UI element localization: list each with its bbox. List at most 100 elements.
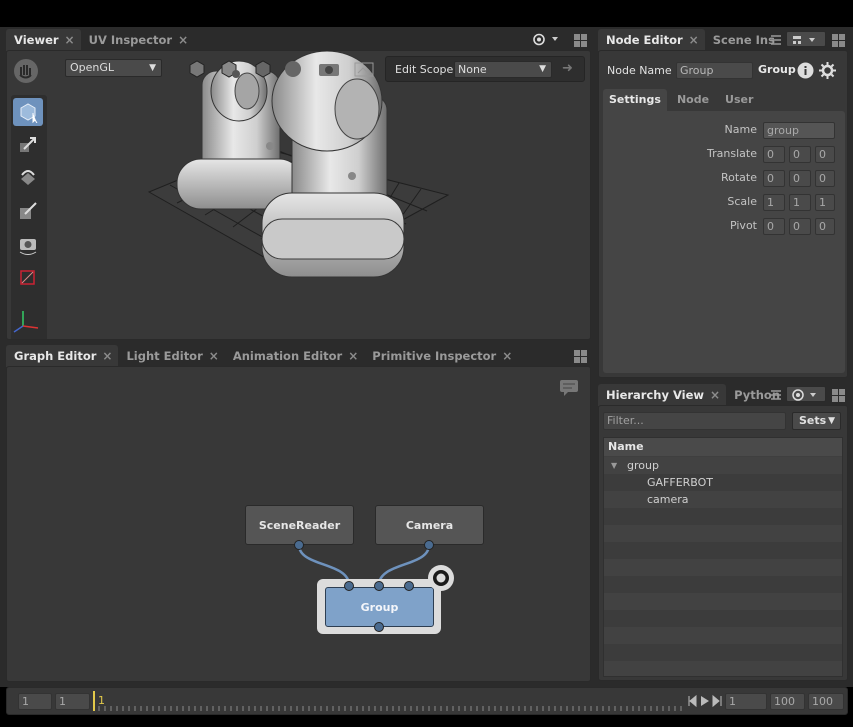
close-icon[interactable]: × (65, 33, 75, 47)
tab-scene-inspector[interactable]: Scene Inspe (705, 29, 775, 51)
tree-row-camera[interactable]: camera (604, 491, 842, 508)
column-header-name[interactable]: Name (604, 438, 842, 456)
menu-icon[interactable] (770, 389, 782, 404)
rotate-z-value: 0 (819, 172, 826, 185)
edit-scope-dropdown[interactable]: None ▼ (454, 61, 552, 78)
scale-z-field[interactable]: 1 (815, 194, 835, 211)
subtab-settings[interactable]: Settings (603, 89, 667, 111)
scale-y-field[interactable]: 1 (789, 194, 811, 211)
gear-icon[interactable] (819, 62, 836, 82)
current-frame-field[interactable]: 1 (725, 693, 767, 710)
translate-x-field[interactable]: 0 (763, 146, 785, 163)
tab-viewer[interactable]: Viewer × (6, 29, 81, 51)
tab-uv-inspector[interactable]: UV Inspector × (81, 29, 195, 51)
empty-row (604, 661, 842, 676)
node-group[interactable]: Group (325, 587, 434, 627)
scale-x-field[interactable]: 1 (763, 194, 785, 211)
layout-grid-icon[interactable] (832, 389, 845, 402)
subtab-node[interactable]: Node (667, 89, 719, 111)
empty-row (604, 627, 842, 644)
pivot-z-field[interactable]: 0 (815, 218, 835, 235)
collapse-arrow-icon[interactable]: ▼ (611, 457, 617, 474)
sets-label: Sets (799, 414, 827, 427)
layout-grid-icon[interactable] (574, 350, 587, 363)
output-plug[interactable] (294, 540, 304, 550)
pan-tool-button[interactable] (11, 57, 41, 85)
tree-row-gafferbot[interactable]: GAFFERBOT (604, 474, 842, 491)
rotate-tool-button[interactable] (13, 164, 43, 192)
pivot-y-field[interactable]: 0 (789, 218, 811, 235)
pivot-x-field[interactable]: 0 (763, 218, 785, 235)
node-camera[interactable]: Camera (375, 505, 484, 545)
view-node-icon[interactable] (428, 565, 454, 591)
node-scene-reader[interactable]: SceneReader (245, 505, 354, 545)
shading-mode-icon[interactable] (219, 59, 241, 82)
info-icon[interactable] (797, 62, 814, 82)
selection-tool-button[interactable] (13, 98, 43, 126)
close-icon[interactable]: × (102, 349, 112, 363)
renderer-dropdown[interactable]: OpenGL ▼ (65, 59, 162, 77)
input-plug[interactable] (404, 581, 414, 591)
camera-tool-button[interactable] (13, 230, 43, 258)
hierarchy-panel: Filter... Sets ▼ Name ▼ group GAFFERBOT … (598, 405, 848, 681)
tab-node-editor[interactable]: Node Editor × (598, 29, 705, 51)
subtab-user[interactable]: User (719, 89, 759, 111)
end-frame-field[interactable]: 100 (808, 693, 844, 710)
focus-node-dropdown[interactable] (786, 31, 826, 47)
rotate-x-field[interactable]: 0 (763, 170, 785, 187)
layout-grid-icon[interactable] (832, 34, 845, 47)
sphere-icon[interactable] (283, 59, 303, 82)
viewer-options-button[interactable] (530, 32, 564, 47)
name-field[interactable]: group (763, 122, 835, 139)
translate-y-field[interactable]: 0 (789, 146, 811, 163)
wireframe-icon[interactable] (253, 59, 273, 82)
chevron-down-icon: ▼ (149, 63, 156, 73)
node-label: Group (360, 600, 399, 614)
row-label: camera (647, 493, 689, 506)
bounding-box-icon[interactable] (187, 59, 207, 82)
input-plug[interactable] (374, 581, 384, 591)
camera-icon[interactable] (317, 59, 341, 82)
focus-dropdown[interactable] (786, 386, 826, 402)
scale-tool-button[interactable] (13, 197, 43, 225)
filter-input[interactable]: Filter... (603, 412, 786, 430)
translate-z-field[interactable]: 0 (815, 146, 835, 163)
playback-end-field[interactable]: 100 (770, 693, 805, 710)
start-frame-value: 1 (22, 695, 29, 708)
translate-label: Translate (707, 147, 757, 160)
tab-animation-editor[interactable]: Animation Editor × (225, 345, 364, 367)
close-icon[interactable]: × (710, 388, 720, 402)
close-icon[interactable]: × (178, 33, 188, 47)
output-plug[interactable] (374, 622, 384, 632)
grid-display-icon[interactable] (353, 59, 375, 82)
sets-dropdown[interactable]: Sets ▼ (792, 412, 841, 430)
close-icon[interactable]: × (209, 349, 219, 363)
playback-start-field[interactable]: 1 (55, 693, 90, 710)
viewer-tabbar: Viewer × UV Inspector × (6, 29, 194, 51)
menu-icon[interactable] (770, 34, 782, 49)
tab-primitive-inspector[interactable]: Primitive Inspector × (364, 345, 518, 367)
translate-tool-button[interactable] (13, 131, 43, 159)
name-value: group (767, 124, 799, 137)
rotate-z-field[interactable]: 0 (815, 170, 835, 187)
row-label: group (627, 459, 659, 472)
output-plug[interactable] (424, 540, 434, 550)
frame-ruler[interactable] (93, 690, 689, 712)
tab-hierarchy-view[interactable]: Hierarchy View × (598, 384, 727, 406)
input-plug[interactable] (344, 581, 354, 591)
layout-grid-icon[interactable] (574, 34, 587, 47)
crop-window-tool-button[interactable] (13, 263, 43, 291)
start-frame-field[interactable]: 1 (18, 693, 52, 710)
empty-row (604, 593, 842, 610)
viewport-3d[interactable] (7, 51, 591, 340)
close-icon[interactable]: × (502, 349, 512, 363)
close-icon[interactable]: × (348, 349, 358, 363)
tree-row-group[interactable]: ▼ group (604, 457, 842, 474)
arrow-right-icon[interactable]: ➜ (562, 61, 573, 76)
node-name-field[interactable]: Group (676, 62, 753, 79)
tab-graph-editor[interactable]: Graph Editor × (6, 345, 119, 367)
tab-light-editor[interactable]: Light Editor × (118, 345, 224, 367)
close-icon[interactable]: × (689, 33, 699, 47)
rotate-y-field[interactable]: 0 (789, 170, 811, 187)
step-forward-icon (712, 694, 722, 708)
